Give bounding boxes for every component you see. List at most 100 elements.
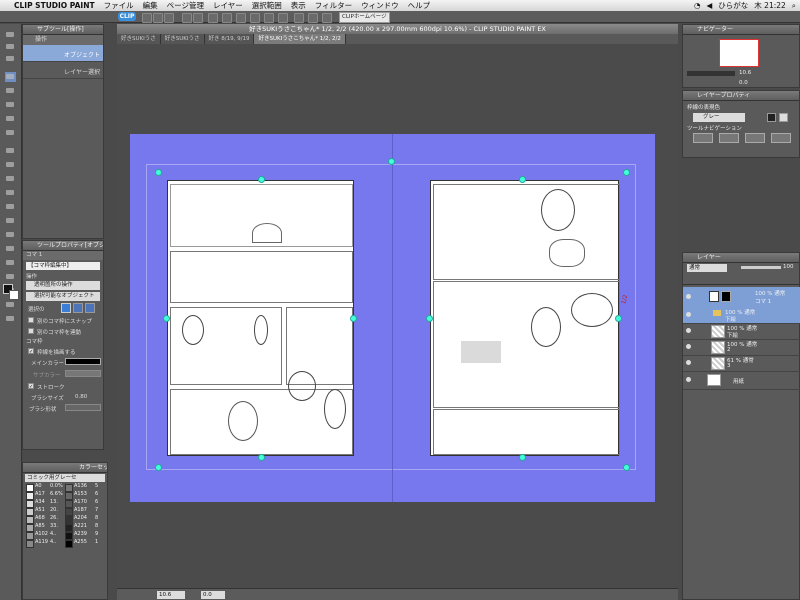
color-set-dropdown[interactable]: コミック用グレーセ (25, 474, 105, 482)
move-tool-icon[interactable] (5, 42, 16, 52)
lasso-tool-icon[interactable] (5, 114, 16, 124)
frame-handle[interactable] (519, 454, 526, 461)
settings-icon[interactable] (208, 13, 218, 23)
visibility-icon[interactable] (686, 294, 691, 299)
visibility-icon[interactable] (686, 377, 691, 382)
save-icon[interactable] (164, 13, 174, 23)
search-icon[interactable]: ⌕ (792, 1, 796, 11)
menu-window[interactable]: ウィンドウ (361, 0, 399, 11)
invert-icon[interactable] (278, 13, 288, 23)
selection-mode-1-icon[interactable] (61, 303, 71, 313)
layer-row-raster[interactable]: 100 % 通常 2 (683, 339, 800, 356)
zoom-tool-icon[interactable] (5, 30, 16, 40)
volume-icon[interactable]: ◀ (707, 1, 713, 10)
layer-row-paper[interactable]: 用紙 (683, 371, 800, 390)
sub-tool-layer-select[interactable]: レイヤー選択 (23, 62, 103, 79)
frame-handle[interactable] (258, 176, 265, 183)
page-right[interactable] (430, 180, 620, 456)
link-other-checkbox[interactable] (28, 328, 34, 334)
undo-icon[interactable] (182, 13, 192, 23)
rotate-tool-icon[interactable] (5, 54, 16, 64)
visibility-icon[interactable] (686, 312, 691, 317)
airbrush-tool-icon[interactable] (5, 188, 16, 198)
gradient-tool-icon[interactable] (5, 258, 16, 268)
selection-mode-3-icon[interactable] (85, 303, 95, 313)
zoom-field[interactable]: 10.6 (157, 591, 185, 599)
layer-row-folder[interactable]: 100 % 通常 下絵 (683, 307, 800, 324)
selectable-object-dropdown[interactable]: 選択可能なオブジェクト (26, 292, 100, 301)
fill-icon[interactable] (294, 13, 304, 23)
frame-handle[interactable] (155, 169, 162, 176)
sub-color-bar[interactable] (65, 370, 101, 377)
color-set-row[interactable]: A0 0.0% A136 5 (23, 483, 107, 492)
sub-tool-group[interactable]: 操作 (23, 35, 103, 45)
clear-icon[interactable] (222, 13, 232, 23)
clip-home-button[interactable]: CLIPホームページ (339, 12, 390, 23)
pen-tool-icon[interactable] (5, 146, 16, 156)
visibility-icon[interactable] (686, 360, 691, 365)
move-layer-tool-icon[interactable] (5, 86, 16, 96)
layer-row-raster[interactable]: 100 % 通常 下絵 (683, 323, 800, 340)
navigator-preview[interactable] (719, 39, 759, 67)
stroke-checkbox[interactable]: ✓ (28, 383, 34, 390)
tool-property-tab[interactable]: コマ 1 (23, 251, 103, 260)
navigator-zoom-slider[interactable] (687, 71, 735, 76)
input-method[interactable]: ひらがな (718, 0, 748, 11)
layer-row-raster[interactable]: 61 % 通常 3 (683, 355, 800, 372)
color-set-row[interactable]: A85 33. A221 8 (23, 523, 107, 532)
sub-color-swatch[interactable] (9, 290, 19, 300)
tab-document-2[interactable]: 好きSUKIうさ (160, 34, 205, 44)
main-color-bar[interactable] (65, 358, 101, 365)
text-tool-icon[interactable] (5, 300, 16, 310)
tool-nav-button[interactable] (719, 133, 739, 143)
color-set-row[interactable]: A68 26. A204 8 (23, 515, 107, 524)
frame-tool-icon[interactable] (5, 272, 16, 282)
clip-button[interactable]: CLIP (118, 12, 136, 21)
color-swatch[interactable] (26, 540, 34, 548)
tab-document-3[interactable]: 好き 8/19, 9/19 (204, 34, 255, 44)
frame-handle[interactable] (519, 176, 526, 183)
balloon-tool-icon[interactable] (5, 314, 16, 324)
layer-color-swatch[interactable] (779, 113, 788, 122)
frame-handle[interactable] (426, 315, 433, 322)
menu-filter[interactable]: フィルター (315, 0, 352, 11)
selection-tool-icon[interactable] (5, 100, 16, 110)
eraser-tool-icon[interactable] (5, 216, 16, 226)
frame-handle[interactable] (258, 454, 265, 461)
color-set-row[interactable]: A34 13. A170 6 (23, 499, 107, 508)
tab-document-1[interactable]: 好きSUKIうさ (117, 34, 161, 44)
brush-shape-dropdown[interactable] (65, 404, 101, 411)
pencil-tool-icon[interactable] (5, 160, 16, 170)
tool-nav-button[interactable] (771, 133, 791, 143)
crop-icon[interactable] (308, 13, 318, 23)
color-set-row[interactable]: A102 4.. A239 9 (23, 531, 107, 540)
menu-page[interactable]: ページ管理 (167, 0, 204, 11)
tool-nav-button[interactable] (693, 133, 713, 143)
frame-handle[interactable] (623, 464, 630, 471)
selection-mode-2-icon[interactable] (73, 303, 83, 313)
menu-selection[interactable]: 選択範囲 (252, 0, 282, 11)
blend-tool-icon[interactable] (5, 230, 16, 240)
tab-document-4[interactable]: 好きSUKIうさこちゃん* 1/2, 2/2 (254, 34, 346, 44)
sub-tool-object[interactable]: オブジェクト (23, 45, 103, 62)
menu-layer[interactable]: レイヤー (213, 0, 243, 11)
draw-frame-checkbox[interactable]: ✓ (28, 348, 34, 355)
snap-icon[interactable] (322, 13, 332, 23)
open-icon[interactable] (153, 13, 163, 23)
blend-mode-dropdown[interactable]: 通常 (687, 264, 727, 272)
tool-nav-button[interactable] (745, 133, 765, 143)
menu-edit[interactable]: 編集 (143, 0, 158, 11)
brush-tool-icon[interactable] (5, 174, 16, 184)
operation-tool-icon[interactable] (5, 72, 16, 82)
decoration-tool-icon[interactable] (5, 202, 16, 212)
deselect-icon[interactable] (264, 13, 274, 23)
selection-icon[interactable] (236, 13, 246, 23)
app-menu[interactable]: CLIP STUDIO PAINT (14, 1, 95, 10)
frame-handle[interactable] (155, 464, 162, 471)
brush-size-value[interactable]: 0.80 (75, 394, 87, 400)
new-icon[interactable] (142, 13, 152, 23)
page-left[interactable] (167, 180, 354, 456)
visibility-icon[interactable] (686, 328, 691, 333)
color-set-row[interactable]: A51 20. A187 7 (23, 507, 107, 516)
menu-file[interactable]: ファイル (104, 0, 134, 11)
